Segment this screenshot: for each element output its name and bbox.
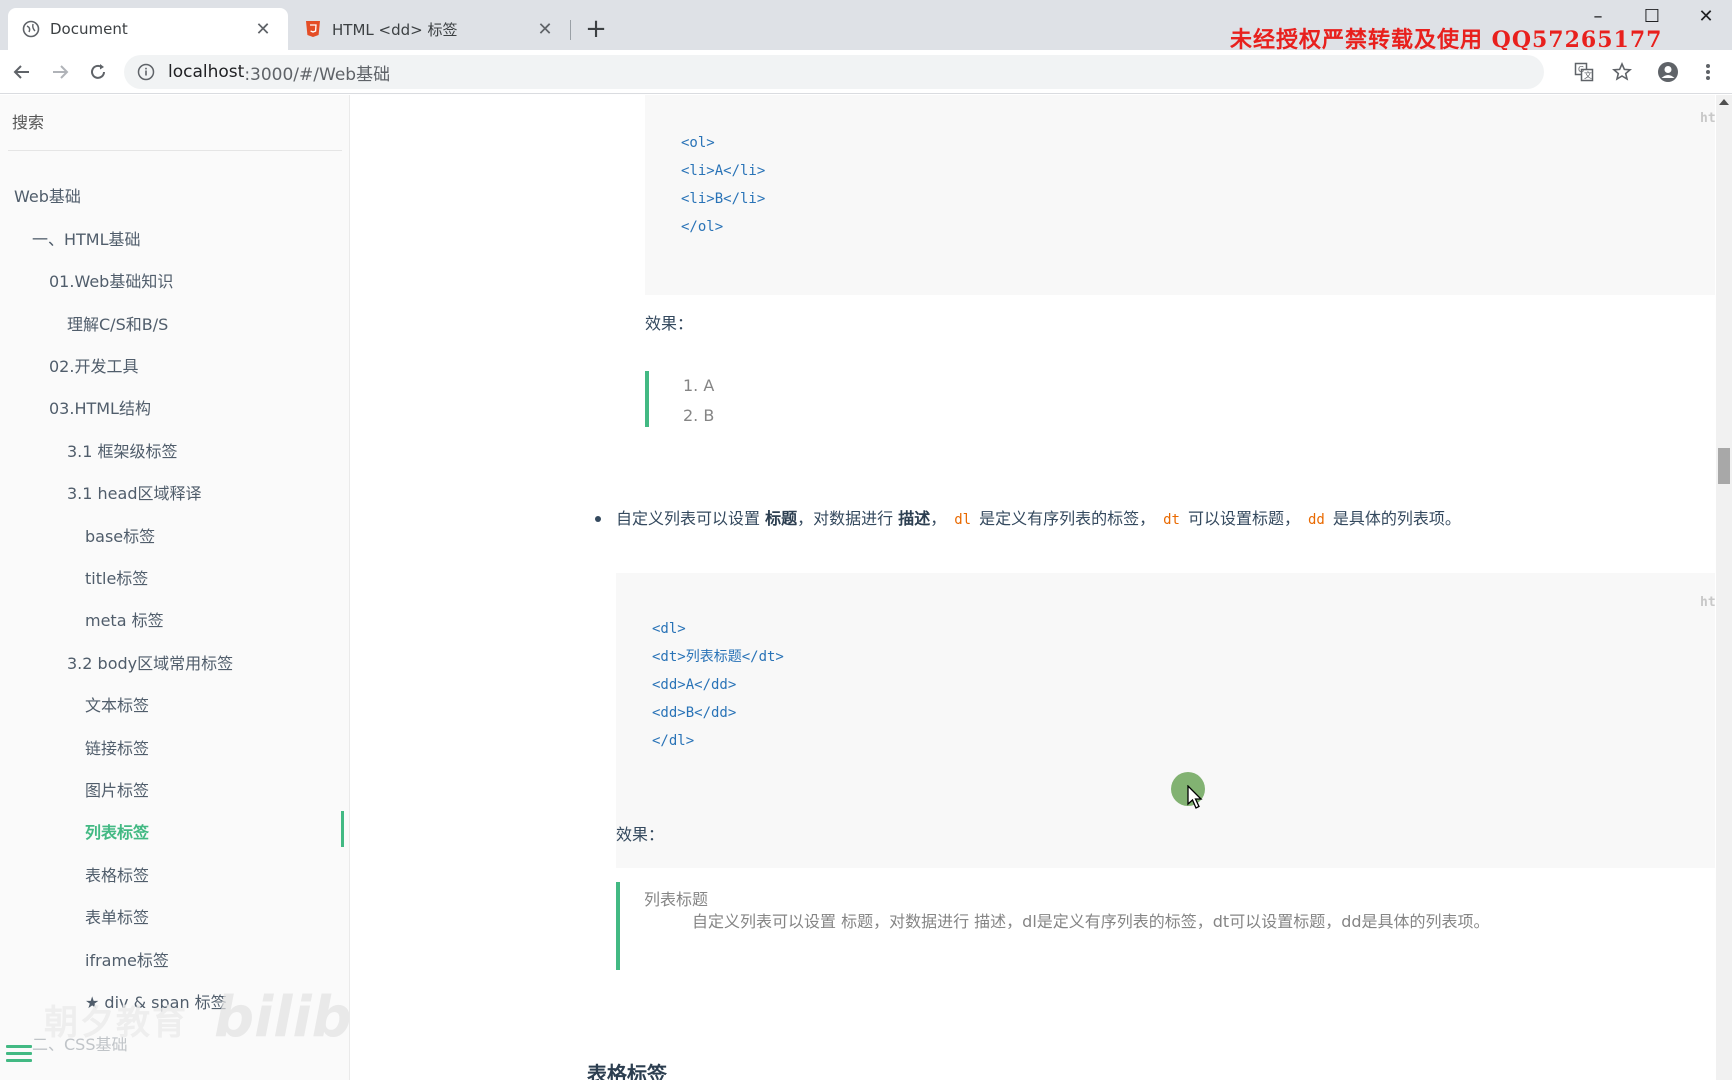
- dl-preview-quote: [616, 882, 620, 970]
- sidebar-item-web-basics[interactable]: Web基础: [14, 183, 81, 207]
- ol-preview-quote: [645, 371, 649, 427]
- new-tab-icon[interactable]: +: [582, 16, 610, 44]
- translate-icon[interactable]: G文: [1572, 60, 1596, 84]
- sidebar-item-dev-tools[interactable]: 02.开发工具: [49, 353, 138, 377]
- sidebar-item-list-tags[interactable]: 列表标签: [85, 819, 149, 843]
- tab-document[interactable]: Document ✕: [8, 8, 288, 50]
- minimize-icon[interactable]: –: [1584, 6, 1612, 30]
- svg-text:文: 文: [1584, 70, 1592, 80]
- sidebar-item-head-area[interactable]: 3.1 head区域释译: [67, 480, 201, 504]
- brand-watermark: 朝夕教育: [44, 1003, 188, 1043]
- para-text: 是具体的列表项。: [1332, 509, 1461, 528]
- ol-preview-item: 2. B: [683, 406, 715, 425]
- list-bullet: [595, 516, 601, 522]
- scroll-up-arrow-icon[interactable]: [1719, 99, 1729, 105]
- effect-label: 效果：: [645, 314, 694, 333]
- inline-code: dl: [954, 512, 972, 528]
- code-line: <dd>A</dd>: [652, 677, 737, 693]
- code-line: <ol>: [681, 135, 715, 151]
- code-line: <dt>列表标题</dt>: [652, 649, 784, 665]
- code-line: </dl>: [652, 733, 695, 749]
- close-tab-icon[interactable]: ✕: [534, 19, 556, 40]
- code-line: <dl>: [652, 621, 686, 637]
- search-divider: [8, 150, 342, 151]
- code-line: <li>B</li>: [681, 191, 766, 207]
- browser-toolbar: localhost:3000/#/Web基础 G文: [0, 50, 1732, 94]
- effect-label: 效果：: [616, 825, 665, 844]
- code-lang-label: html: [1700, 595, 1715, 610]
- page-scrollbar[interactable]: [1716, 95, 1732, 1080]
- tab-html-dd[interactable]: HTML <dd> 标签 ✕: [290, 8, 570, 50]
- code-line: <li>A</li>: [681, 163, 766, 179]
- ol-preview-item: 1. A: [683, 376, 715, 395]
- code-lang-label: html: [1700, 111, 1715, 126]
- para-text: 自定义列表可以设置: [616, 509, 766, 528]
- para-bold: 描述: [898, 509, 931, 528]
- para-text: ，对数据进行: [797, 509, 899, 528]
- close-tab-icon[interactable]: ✕: [252, 19, 274, 40]
- para-text: 是定义有序列表的标签，: [979, 509, 1156, 528]
- sidebar-item-body-tags[interactable]: 3.2 body区域常用标签: [67, 650, 233, 674]
- url-host: localhost: [168, 62, 245, 82]
- section-heading: 表格标签: [587, 1062, 667, 1080]
- star-bookmark-icon[interactable]: [1610, 60, 1634, 84]
- address-bar[interactable]: localhost:3000/#/Web基础: [124, 55, 1544, 89]
- code-block-ol: html <ol> <li>A</li> <li>B</li> </ol>: [645, 95, 1715, 295]
- site-info-icon[interactable]: [136, 62, 156, 82]
- tab-strip: Document ✕ HTML <dd> 标签 ✕ + 未经授权严禁转载及使用 …: [0, 0, 1732, 53]
- forward-arrow-icon[interactable]: [46, 58, 74, 86]
- maximize-icon[interactable]: ☐: [1638, 6, 1666, 30]
- sidebar-item-image-tags[interactable]: 图片标签: [85, 777, 149, 801]
- main-content: html <ol> <li>A</li> <li>B</li> </ol> 效果…: [351, 95, 1715, 1080]
- active-indicator: [341, 811, 344, 847]
- mouse-pointer-icon: [1187, 785, 1203, 809]
- sidebar-item-cs-bs[interactable]: 理解C/S和B/S: [67, 311, 168, 335]
- sidebar-item-web-knowledge[interactable]: 01.Web基础知识: [49, 268, 173, 292]
- para-bold: 标题: [765, 509, 798, 528]
- sidebar: 搜索 Web基础 一、HTML基础 01.Web基础知识 理解C/S和B/S 0…: [0, 95, 350, 1080]
- para-text: ，: [930, 509, 947, 528]
- sidebar-item-table-tags[interactable]: 表格标签: [85, 862, 149, 886]
- reload-icon[interactable]: [84, 58, 112, 86]
- sidebar-item-frame-tags[interactable]: 3.1 框架级标签: [67, 438, 178, 462]
- dl-preview-description: 自定义列表可以设置 标题，对数据进行 描述，dl是定义有序列表的标签，dt可以设…: [692, 912, 1490, 931]
- inline-code: dd: [1307, 512, 1325, 528]
- sidebar-toggle-icon[interactable]: [6, 1045, 32, 1069]
- sidebar-item-title-tag[interactable]: title标签: [85, 565, 148, 589]
- search-input[interactable]: 搜索: [12, 109, 342, 135]
- dl-description-paragraph: 自定义列表可以设置 标题，对数据进行 描述， dl 是定义有序列表的标签， dt 可以设…: [616, 504, 1496, 535]
- html5-icon: [304, 20, 322, 38]
- sidebar-item-base-tag[interactable]: base标签: [85, 523, 155, 547]
- back-arrow-icon[interactable]: [8, 58, 36, 86]
- code-line: </ol>: [681, 219, 724, 235]
- url-path: :3000/#/Web基础: [244, 64, 391, 85]
- tab-separator: [570, 20, 571, 40]
- site-watermark: bilibili: [214, 985, 350, 1050]
- tab-title: HTML <dd> 标签: [332, 20, 458, 39]
- code-line: <dd>B</dd>: [652, 705, 737, 721]
- code-block-dl: html <dl> <dt>列表标题</dt> <dd>A</dd> <dd>B…: [616, 573, 1715, 868]
- globe-icon: [22, 20, 40, 38]
- close-window-icon[interactable]: ✕: [1692, 6, 1720, 30]
- sidebar-item-text-tags[interactable]: 文本标签: [85, 692, 149, 716]
- sidebar-item-html-structure[interactable]: 03.HTML结构: [49, 395, 151, 419]
- sidebar-item-link-tags[interactable]: 链接标签: [85, 735, 149, 759]
- para-text: 可以设置标题，: [1187, 509, 1300, 528]
- sidebar-item-meta-tag[interactable]: meta 标签: [85, 607, 164, 631]
- tab-title: Document: [50, 20, 128, 38]
- sidebar-item-html-basics[interactable]: 一、HTML基础: [32, 226, 141, 250]
- scrollbar-thumb[interactable]: [1718, 448, 1730, 484]
- account-icon[interactable]: [1656, 60, 1680, 84]
- inline-code: dt: [1163, 512, 1180, 528]
- sidebar-item-form-tags[interactable]: 表单标签: [85, 904, 149, 928]
- more-menu-icon[interactable]: [1696, 60, 1720, 84]
- sidebar-item-iframe-tags[interactable]: iframe标签: [85, 947, 169, 971]
